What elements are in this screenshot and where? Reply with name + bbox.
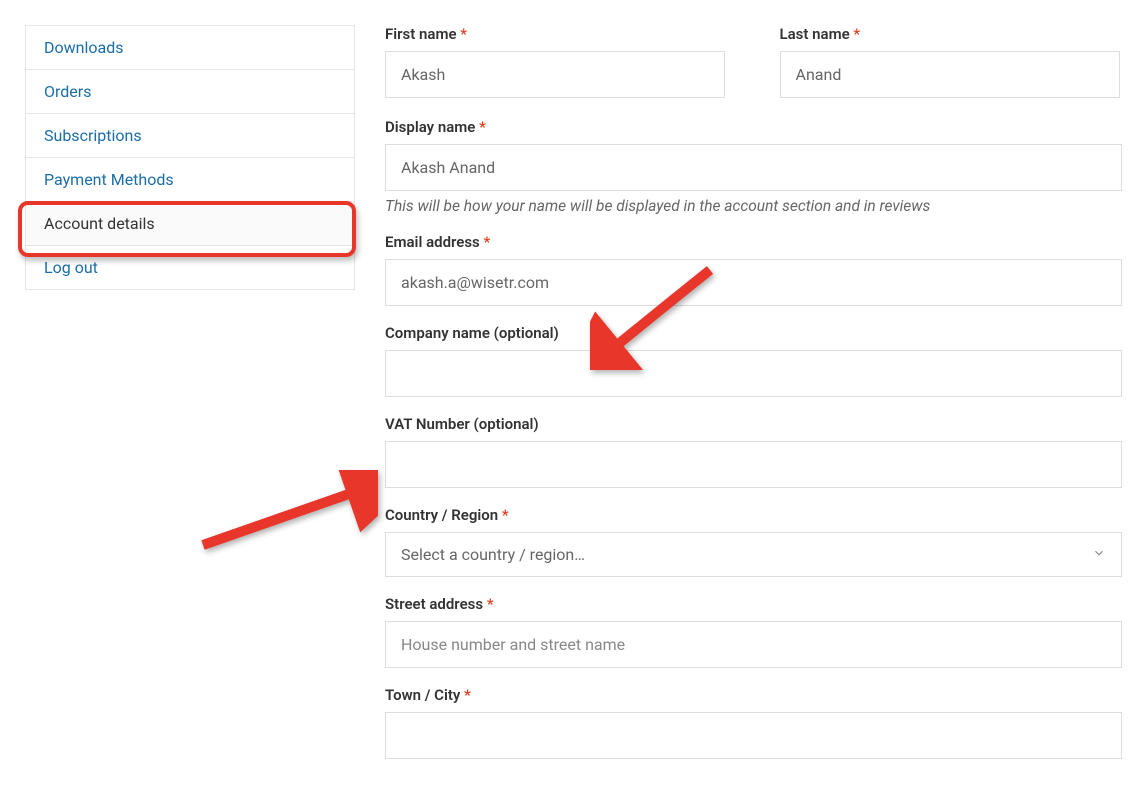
company-input[interactable] (385, 350, 1122, 397)
required-marker: * (460, 25, 467, 43)
street-input[interactable] (385, 621, 1122, 668)
required-marker: * (502, 506, 509, 524)
country-label: Country / Region * (385, 506, 1122, 524)
vat-label: VAT Number (optional) (385, 415, 1122, 433)
required-marker: * (853, 25, 860, 43)
sidebar-item-orders[interactable]: Orders (26, 70, 354, 114)
first-name-input[interactable] (385, 51, 725, 98)
sidebar-item-account-details[interactable]: Account details (26, 202, 354, 246)
street-label: Street address * (385, 595, 1122, 613)
sidebar-item-downloads[interactable]: Downloads (26, 26, 354, 70)
required-marker: * (479, 118, 486, 136)
country-select[interactable]: Select a country / region… (385, 532, 1122, 577)
first-name-label: First name * (385, 25, 728, 43)
sidebar-item-subscriptions[interactable]: Subscriptions (26, 114, 354, 158)
country-placeholder: Select a country / region… (401, 545, 585, 564)
vat-input[interactable] (385, 441, 1122, 488)
company-label: Company name (optional) (385, 324, 1122, 342)
sidebar-item-log-out[interactable]: Log out (26, 246, 354, 290)
display-name-label: Display name * (385, 118, 1122, 136)
last-name-input[interactable] (780, 51, 1120, 98)
display-name-input[interactable] (385, 144, 1122, 191)
email-label: Email address * (385, 233, 1122, 251)
sidebar-item-payment-methods[interactable]: Payment Methods (26, 158, 354, 202)
last-name-label: Last name * (780, 25, 1123, 43)
email-input[interactable] (385, 259, 1122, 306)
required-marker: * (464, 686, 471, 704)
city-input[interactable] (385, 712, 1122, 759)
display-name-helper: This will be how your name will be displ… (385, 197, 1122, 215)
chevron-down-icon (1092, 546, 1106, 564)
required-marker: * (484, 233, 491, 251)
account-sidebar: Downloads Orders Subscriptions Payment M… (25, 25, 355, 290)
account-details-form: First name * Last name * Display name * … (385, 25, 1122, 777)
city-label: Town / City * (385, 686, 1122, 704)
required-marker: * (487, 595, 494, 613)
